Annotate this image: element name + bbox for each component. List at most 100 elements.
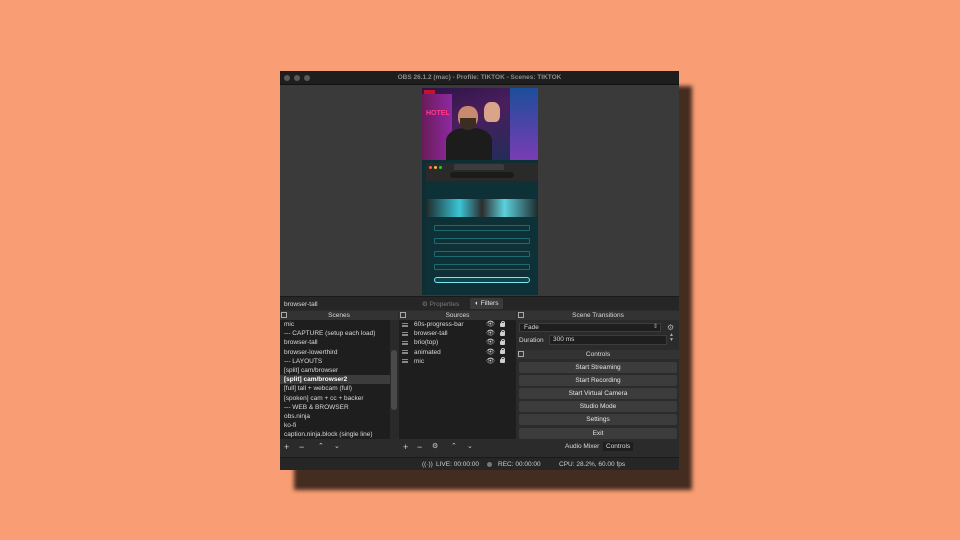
gear-icon[interactable]: ⚙ [667,323,674,332]
drag-handle-icon[interactable] [402,331,408,336]
cpu-fps-readout: CPU: 28.2%, 60.00 fps [559,461,626,468]
scenes-title: Scenes [328,312,350,319]
drag-handle-icon[interactable] [402,350,408,355]
move-up-icon[interactable]: ⌃ [318,440,324,454]
source-item[interactable]: browser-tall 👁 [399,329,516,338]
source-label: 60s-progress-bar [414,321,464,328]
lock-icon[interactable] [500,357,505,364]
undock-icon[interactable] [518,351,524,357]
undock-icon[interactable] [400,312,406,318]
duration-input[interactable]: 300 ms [549,335,667,345]
move-down-icon[interactable]: ⌄ [334,440,340,454]
scenes-toolbar: + − ⌃ ⌄ [280,440,398,454]
visibility-eye-icon[interactable]: 👁 [486,329,495,338]
scenes-scrollbar[interactable] [390,320,398,439]
rec-timer: REC: 00:00:00 [498,461,541,468]
scene-item[interactable]: --- WEB & BROWSER [280,403,398,412]
scene-item[interactable]: [spoken] cam + cc + backer [280,394,398,403]
browser-link [434,225,530,231]
visibility-eye-icon[interactable]: 👁 [486,320,495,329]
scene-item[interactable]: [split] cam/browser [280,366,398,375]
source-toolbar: browser-tall ⚙ Properties ◐ Filters [280,296,679,310]
source-item[interactable]: brio(top) 👁 [399,338,516,347]
source-item[interactable]: 60s-progress-bar 👁 [399,320,516,329]
gear-icon: ⚙ [422,301,428,308]
logo-badge [424,90,435,94]
scenes-dock-header: Scenes [280,311,398,320]
window-title: OBS 26.1.2 (mac) - Profile: TIKTOK - Sce… [397,74,562,81]
drag-handle-icon[interactable] [402,340,408,345]
scene-item[interactable]: obs.ninja [280,412,398,421]
source-label: brio(top) [414,339,439,347]
scene-item[interactable]: mic [280,320,398,329]
scene-item-selected[interactable]: [split] cam/browser2 [280,375,398,385]
preview-area[interactable]: HOTEL [280,85,679,296]
scene-item[interactable]: browser-tall [280,338,398,347]
scene-item[interactable]: [full] tall + webcam (full) [280,384,398,393]
controls-title: Controls [585,351,611,358]
tab-controls[interactable]: Controls [603,442,634,451]
stepper-arrows-icon[interactable]: ▲ ▼ [669,333,674,343]
exit-button[interactable]: Exit [519,428,677,439]
live-signal-icon: ((·)) [422,461,433,468]
chevron-updown-icon: ⇕ [652,324,658,330]
scene-item[interactable]: --- LAYOUTS [280,357,398,366]
source-label: mic [414,357,425,365]
duration-label: Duration [519,337,544,344]
drag-handle-icon[interactable] [402,322,408,327]
start-recording-button[interactable]: Start Recording [519,375,677,386]
remove-source-button[interactable]: − [417,440,422,454]
settings-button[interactable]: Settings [519,414,677,425]
sources-title: Sources [445,312,470,319]
browser-close-dot [429,166,432,169]
status-bar: ((·)) LIVE: 00:00:00 REC: 00:00:00 CPU: … [280,457,679,470]
move-up-icon[interactable]: ⌃ [451,440,457,454]
undock-icon[interactable] [281,312,287,318]
tab-audio-mixer[interactable]: Audio Mixer [562,442,602,451]
properties-label: Properties [429,301,460,308]
sources-toolbar: + − ⚙ ⌃ ⌄ [399,440,516,454]
program-preview[interactable]: HOTEL [422,88,538,295]
visibility-eye-icon[interactable]: 👁 [486,348,495,357]
record-dot-icon [487,462,492,467]
browser-capture [426,163,538,295]
start-virtual-camera-button[interactable]: Start Virtual Camera [519,388,677,399]
move-down-icon[interactable]: ⌄ [467,440,473,454]
drag-handle-icon[interactable] [402,359,408,364]
source-label: browser-tall [414,330,448,338]
current-source-label: browser-tall [284,301,318,308]
scene-item[interactable]: caption.ninja.block (single line) [280,430,398,439]
gear-icon[interactable]: ⚙ [432,440,438,454]
add-scene-button[interactable]: + [284,440,289,454]
lock-icon[interactable] [500,348,505,355]
visibility-eye-icon[interactable]: 👁 [486,338,495,347]
browser-banner-image [426,199,538,217]
source-item[interactable]: mic 👁 [399,357,516,366]
lock-icon[interactable] [500,329,505,336]
remove-scene-button[interactable]: − [299,440,304,454]
scenes-list[interactable]: mic --- CAPTURE (setup each load) browse… [280,320,398,439]
lock-icon[interactable] [500,338,505,345]
lock-icon[interactable] [500,320,505,327]
add-source-button[interactable]: + [403,440,408,454]
source-item[interactable]: animated 👁 [399,348,516,357]
background-lights [510,88,538,160]
filters-button[interactable]: ◐ Filters [470,298,504,309]
scene-item[interactable]: browser-lowerthird [280,348,398,357]
sources-list[interactable]: 60s-progress-bar 👁 browser-tall 👁 brio(t… [399,320,516,439]
studio-mode-button[interactable]: Studio Mode [519,401,677,412]
filters-label: Filters [480,300,499,307]
scrollbar-thumb[interactable] [391,350,397,410]
sources-dock-header: Sources [399,311,516,320]
browser-url-bar [450,172,514,178]
undock-icon[interactable] [518,312,524,318]
person-body [446,128,492,160]
obs-window: OBS 26.1.2 (mac) - Profile: TIKTOK - Sce… [280,71,679,470]
start-streaming-button[interactable]: Start Streaming [519,362,677,373]
transition-select[interactable]: Fade ⇕ [519,323,661,332]
scene-item[interactable]: ko-fi [280,421,398,430]
controls-dock-header: Controls [517,350,679,359]
scene-item[interactable]: --- CAPTURE (setup each load) [280,329,398,338]
properties-button[interactable]: ⚙ Properties [422,300,459,308]
visibility-eye-icon[interactable]: 👁 [486,357,495,366]
